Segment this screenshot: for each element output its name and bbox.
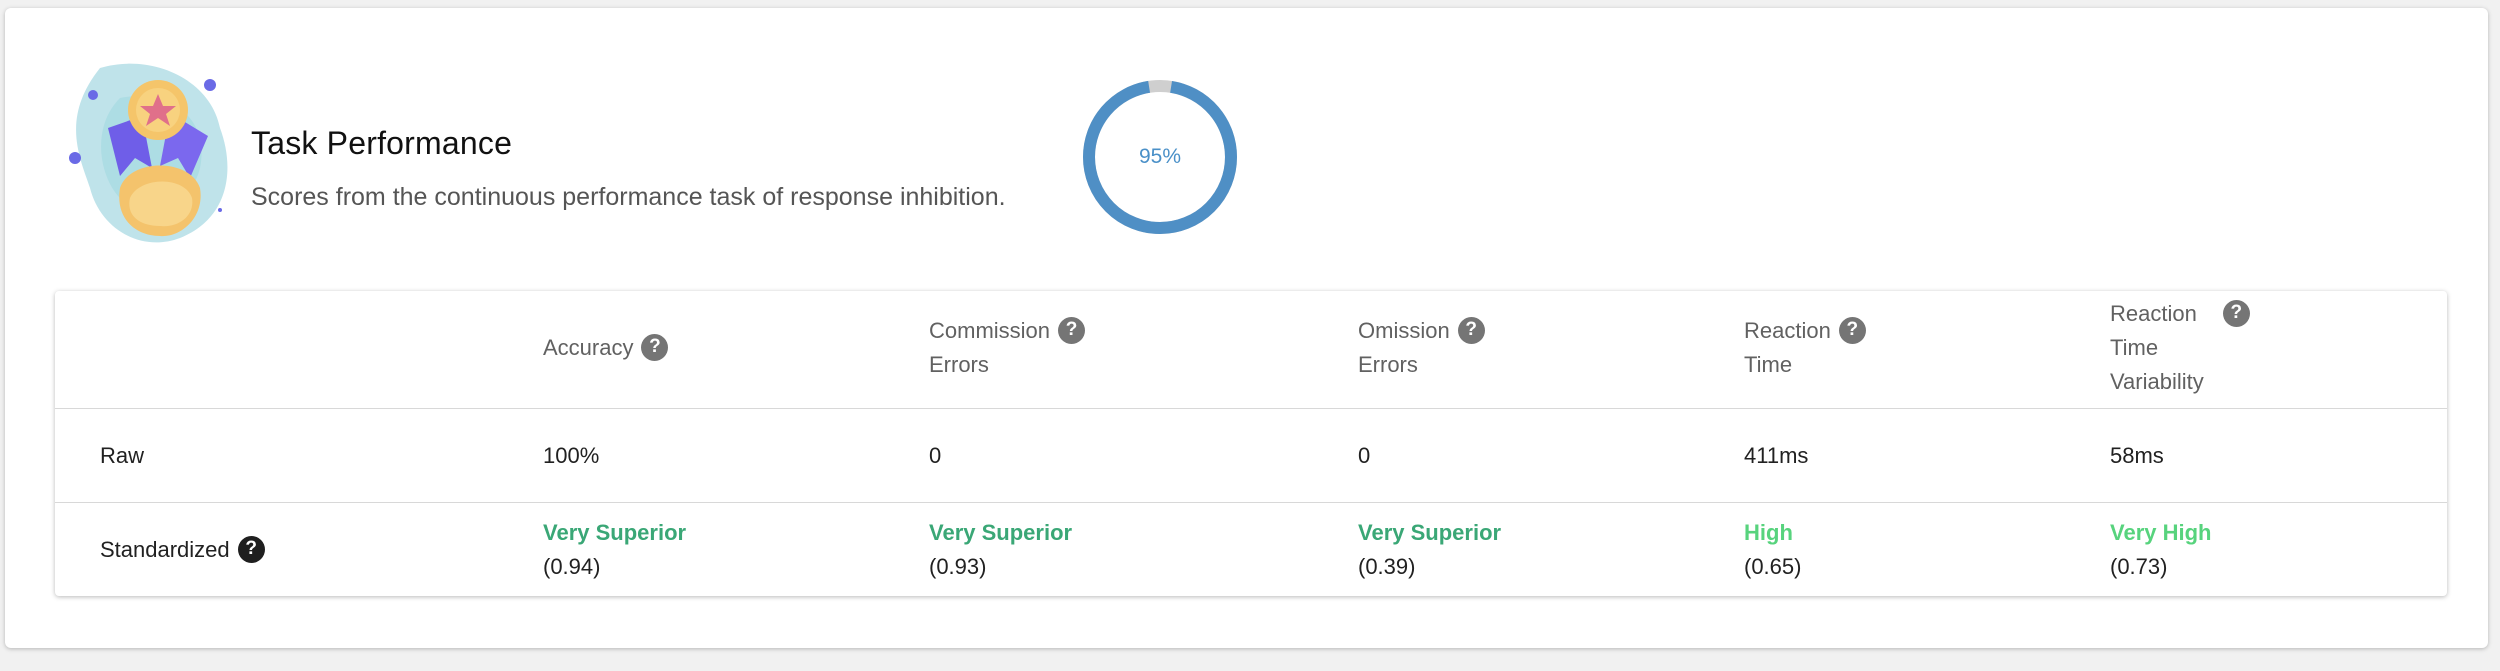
std-score: (0.39) [1358,554,1416,579]
column-header-label: Omission [1358,318,1450,343]
page-title: Task Performance [251,125,513,161]
column-header-label: Accuracy [543,335,634,360]
column-header-reaction-time: Reaction? Time [1744,314,1866,382]
row-divider [55,502,2447,503]
std-rating: Very Superior [929,520,1073,545]
column-header-label-line2: Time [1744,352,1793,377]
page-subtitle: Scores from the continuous performance t… [251,183,1006,211]
help-icon[interactable]: ? [237,535,265,563]
header-divider [55,408,2447,409]
std-score: (0.65) [1744,554,1802,579]
help-icon[interactable]: ? [1457,316,1485,344]
column-header-label: Reaction [1744,318,1831,343]
std-omission-errors-cell: Very Superior (0.39) [1358,516,1501,584]
raw-reaction-time-value: 411ms [1744,443,1809,468]
column-header-label: Commission [929,318,1051,343]
std-rating: Very Superior [1358,520,1502,545]
help-icon[interactable]: ? [641,333,669,361]
column-header-label-line2: Errors [929,352,989,377]
std-accuracy-cell: Very Superior (0.94) [543,516,686,584]
std-rating: Very High [2110,520,2212,545]
column-header-label-line3: Variability [2110,369,2204,394]
column-header-label: Reaction [2110,301,2197,326]
gauge-percent-label: 95% [1138,145,1182,168]
std-rating: High [1744,520,1793,545]
row-label-standardized: Standardized? [100,533,265,567]
help-icon[interactable]: ? [2222,299,2250,327]
column-header-reaction-time-variability: Reaction? Time Variability [2110,297,2250,399]
column-header-label-line2: Errors [1358,352,1418,377]
column-header-commission-errors: Commission? Errors [929,314,1086,382]
scores-table: Accuracy? Commission? Errors Omission? E… [55,291,2447,596]
std-commission-errors-cell: Very Superior (0.93) [929,516,1072,584]
std-reaction-time-variability-cell: Very High (0.73) [2110,516,2211,584]
std-reaction-time-cell: High (0.65) [1744,516,1801,584]
std-rating: Very Superior [543,520,687,545]
std-score: (0.93) [929,554,987,579]
award-medal-illustration [69,63,228,243]
row-label-text: Standardized [100,537,230,562]
raw-accuracy-value: 100% [543,443,600,468]
column-header-accuracy: Accuracy? [543,331,669,365]
row-label-raw: Raw [100,443,145,468]
std-score: (0.73) [2110,554,2168,579]
raw-omission-errors-value: 0 [1358,443,1371,468]
task-performance-card: Task Performance Scores from the continu… [5,8,2488,648]
help-icon[interactable]: ? [1058,316,1086,344]
column-header-omission-errors: Omission? Errors [1358,314,1485,382]
column-header-label-line2: Time [2110,335,2159,360]
std-score: (0.94) [543,554,601,579]
raw-commission-errors-value: 0 [929,443,942,468]
raw-reaction-time-variability-value: 58ms [2110,443,2164,468]
help-icon[interactable]: ? [1838,316,1866,344]
